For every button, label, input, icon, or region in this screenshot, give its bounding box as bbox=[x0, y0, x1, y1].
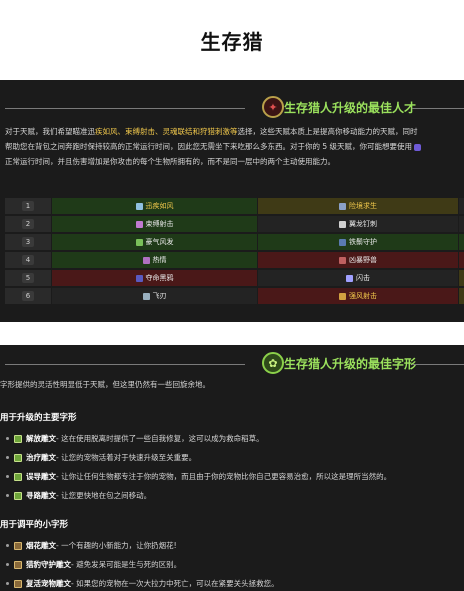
talents-intro-line-3: 正常运行时间，并且伤害增加是你攻击的每个生物所拥有的，而不是同一层中的两个主动使… bbox=[5, 157, 335, 166]
table-row: 3 豪气风发 铁鬃守护 bbox=[5, 234, 464, 250]
header-divider-left bbox=[5, 108, 245, 109]
glyph-section-icon: ✿ bbox=[262, 352, 284, 374]
bullet-dot bbox=[6, 582, 9, 585]
header-divider-right bbox=[412, 364, 464, 365]
glyph-link[interactable]: 误导雕文 bbox=[26, 471, 56, 482]
talent-level: 2 bbox=[5, 216, 51, 232]
talent-option[interactable]: 热情 bbox=[52, 252, 257, 268]
glyph-icon bbox=[14, 491, 22, 500]
list-item: 治疗雕文 - 让您的宠物活着对于快速升级至关重要。 bbox=[6, 452, 196, 463]
header-divider-right bbox=[412, 108, 464, 109]
glyph-icon bbox=[14, 434, 22, 443]
glyph-link[interactable]: 解放雕文 bbox=[26, 433, 56, 444]
glyph-link[interactable]: 猎豹守护雕文 bbox=[26, 559, 71, 570]
talent-option[interactable]: 飞刃 bbox=[52, 288, 257, 304]
list-item: 误导雕文 - 让你让任何生物都专注于你的宠物，而且由于你的宠物比你自己更容易治愈… bbox=[6, 471, 391, 482]
list-item: 解放雕文 - 这在使用脱离时提供了一些自我修复，这可以成为救命稻草。 bbox=[6, 433, 264, 444]
glyph-icon bbox=[14, 453, 22, 462]
list-item: 烟花雕文 - 一个有趣的小新能力，让你扔烟花! bbox=[6, 540, 177, 551]
glyph-link[interactable]: 治疗雕文 bbox=[26, 452, 56, 463]
list-item: 猎豹守护雕文 - 避免发呆可能是生与死的区别。 bbox=[6, 559, 181, 570]
minor-glyphs-heading: 用于调平的小字形 bbox=[0, 520, 69, 530]
bullet-dot bbox=[6, 544, 9, 547]
hunter-talent-icon: ✦ bbox=[262, 96, 284, 118]
bullet-dot bbox=[6, 437, 9, 440]
talent-option[interactable]: 迅疾如风 bbox=[52, 198, 257, 214]
table-row: 6 飞刃 强风射击 bbox=[5, 288, 464, 304]
glyphs-intro: 字形提供的灵活性明显低于天赋，但这里仍然有一些回旋余地。 bbox=[0, 380, 210, 389]
bullet-dot bbox=[6, 563, 9, 566]
talents-section-header: ✦ 生存猎人升级的最佳人才 bbox=[0, 94, 464, 124]
talent-icon bbox=[142, 292, 150, 300]
list-item: 复活宠物雕文 - 如果您的宠物在一次大拉力中死亡，可以在紧要关头拯救您。 bbox=[6, 578, 279, 589]
talent-icon bbox=[135, 202, 143, 210]
bullet-dot bbox=[6, 475, 9, 478]
table-row: 2 束缚射击 翼龙钉刺 bbox=[5, 216, 464, 232]
talents-intro-line-1: 对于天赋，我们希望瞄准迅疾如风、束缚射击、灵魂联结和狩猎刺激等选择，这些天赋本质… bbox=[5, 127, 418, 136]
talent-icon bbox=[346, 274, 353, 282]
talents-section-title: 生存猎人升级的最佳人才 bbox=[284, 101, 417, 115]
talent-icon bbox=[142, 256, 150, 264]
talent-level: 1 bbox=[5, 198, 51, 214]
table-row: 4 热情 凶暴野兽 bbox=[5, 252, 464, 268]
talent-icon bbox=[135, 220, 143, 228]
table-row: 1 迅疾如风 险境求生 bbox=[5, 198, 464, 214]
talent-option[interactable]: 豪气风发 bbox=[52, 234, 257, 250]
list-item: 寻路雕文 - 让您更快地在包之间移动。 bbox=[6, 490, 151, 501]
talent-level: 4 bbox=[5, 252, 51, 268]
talent-level: 6 bbox=[5, 288, 51, 304]
glyphs-section-title: 生存猎人升级的最佳字形 bbox=[284, 357, 417, 371]
talents-intro-line-2: 帮助您在背包之间奔跑时保持较高的正常运行时间，因此您无需坐下来吃那么多东西。对于… bbox=[5, 139, 464, 154]
talent-level: 5 bbox=[5, 270, 51, 286]
talent-icon bbox=[135, 238, 143, 246]
page-title: 生存猎 bbox=[200, 30, 264, 54]
glyphs-section-header: ✿ 生存猎人升级的最佳字形 bbox=[0, 350, 464, 380]
talent-icon bbox=[339, 220, 346, 228]
talent-icon bbox=[339, 238, 346, 246]
talent-option[interactable]: 凶暴野兽 bbox=[258, 252, 458, 268]
glyphs-panel: ✿ 生存猎人升级的最佳字形 字形提供的灵活性明显低于天赋，但这里仍然有一些回旋余… bbox=[0, 345, 464, 591]
table-row: 5 夺命黑鸦 闪击 bbox=[5, 270, 464, 286]
header-divider-left bbox=[5, 364, 245, 365]
talent-option[interactable]: 闪击 bbox=[258, 270, 458, 286]
bullet-dot bbox=[6, 456, 9, 459]
talent-icon bbox=[339, 292, 346, 300]
glyph-icon bbox=[14, 541, 22, 550]
talent-option[interactable]: 强风射击 bbox=[258, 288, 458, 304]
glyph-icon bbox=[14, 560, 22, 569]
talent-icon bbox=[339, 256, 346, 264]
talent-icon bbox=[135, 274, 143, 282]
talent-option[interactable]: 险境求生 bbox=[258, 198, 458, 214]
talent-option[interactable]: 夺命黑鸦 bbox=[52, 270, 257, 286]
talent-option-cut bbox=[459, 252, 464, 268]
talent-option[interactable]: 束缚射击 bbox=[52, 216, 257, 232]
talent-option[interactable]: 铁鬃守护 bbox=[258, 234, 458, 250]
talent-option-cut bbox=[459, 198, 464, 214]
talent-icon bbox=[339, 202, 346, 210]
talent-option-cut bbox=[459, 270, 464, 286]
glyph-link[interactable]: 烟花雕文 bbox=[26, 540, 56, 551]
talent-option[interactable]: 翼龙钉刺 bbox=[258, 216, 458, 232]
talent-option-cut bbox=[459, 216, 464, 232]
glyph-icon bbox=[14, 472, 22, 481]
major-glyphs-heading: 用于升级的主要字形 bbox=[0, 413, 77, 423]
talent-option-cut bbox=[459, 234, 464, 250]
glyph-link[interactable]: 复活宠物雕文 bbox=[26, 578, 71, 589]
glyph-link[interactable]: 寻路雕文 bbox=[26, 490, 56, 501]
glyph-icon bbox=[14, 579, 22, 588]
ability-gem-icon bbox=[414, 143, 422, 151]
talents-panel: ✦ 生存猎人升级的最佳人才 对于天赋，我们希望瞄准迅疾如风、束缚射击、灵魂联结和… bbox=[0, 80, 464, 322]
talent-level: 3 bbox=[5, 234, 51, 250]
talent-option-cut bbox=[459, 288, 464, 304]
bullet-dot bbox=[6, 494, 9, 497]
